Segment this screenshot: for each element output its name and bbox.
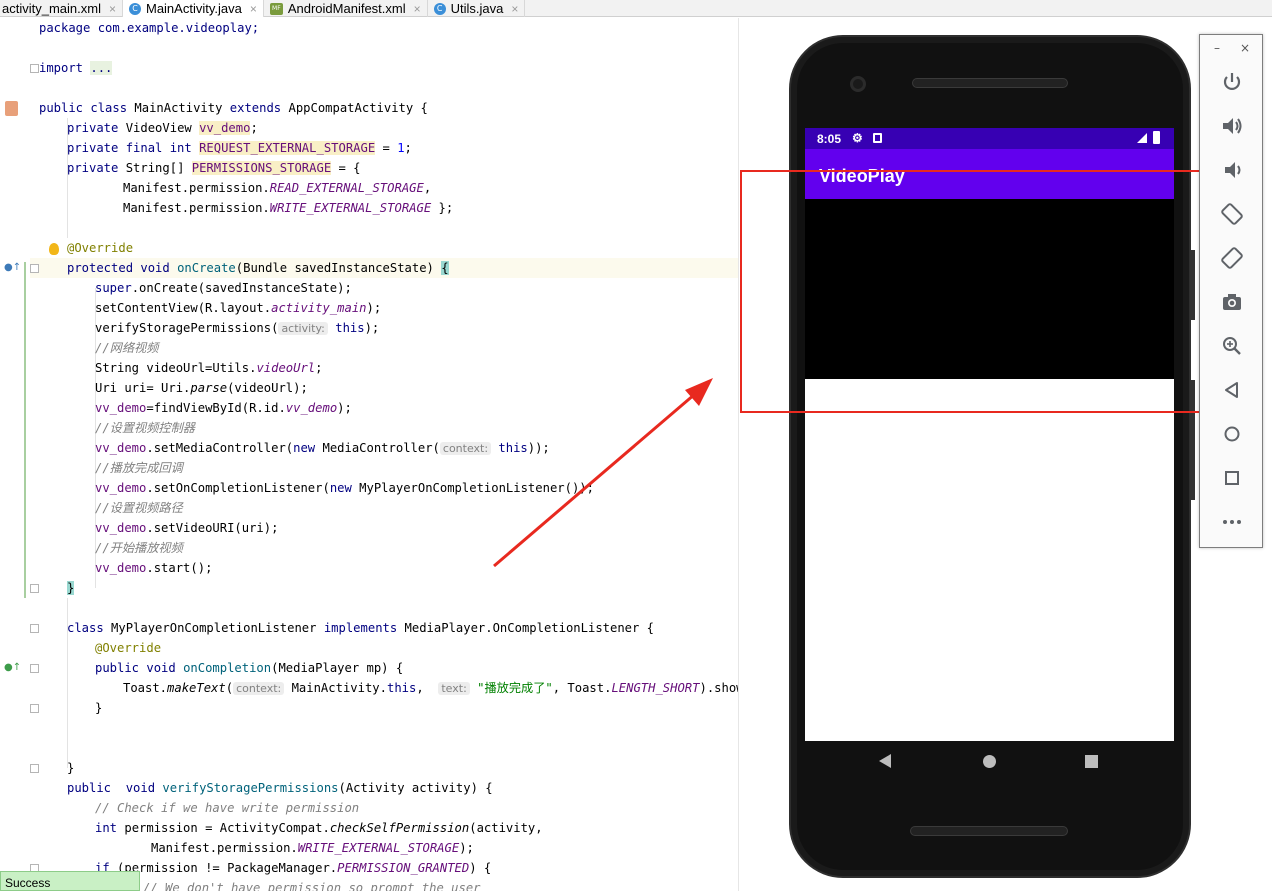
code-line: // We don't have permission so prompt th… xyxy=(143,881,481,891)
import-fold[interactable]: ... xyxy=(90,61,113,75)
screenshot-camera-icon[interactable] xyxy=(1220,290,1244,314)
android-status-bar: 8:05 ⚙ xyxy=(805,128,1174,149)
video-view-area[interactable] xyxy=(805,379,1174,741)
volume-down-icon[interactable] xyxy=(1220,158,1244,182)
zoom-icon[interactable] xyxy=(1220,334,1244,358)
code-line: //网络视频 xyxy=(95,341,159,355)
code-line: // Check if we have write permission xyxy=(95,801,360,815)
tab-label: activity_main.xml xyxy=(2,1,101,16)
tab-androidmanifest-xml[interactable]: MF AndroidManifest.xml × xyxy=(264,0,428,17)
code-line: String videoUrl=Utils.videoUrl; xyxy=(95,361,323,375)
code-line: verifyStoragePermissions(activity: this)… xyxy=(95,321,380,335)
back-nav-icon[interactable] xyxy=(879,754,891,768)
annotation-highlight-box xyxy=(740,170,1217,413)
status-time: 8:05 xyxy=(817,132,842,146)
annotation-arrow xyxy=(493,378,713,568)
overview-icon[interactable] xyxy=(1220,466,1244,490)
code-line: package com.example.videoplay; xyxy=(39,21,260,35)
android-nav-bar xyxy=(805,741,1174,781)
editor-tab-bar: activity_main.xml × C MainActivity.java … xyxy=(0,0,1272,17)
code-line: private VideoView vv_demo; xyxy=(67,121,258,135)
implement-marker-icon[interactable]: ●↑ xyxy=(4,662,21,673)
code-line: Uri uri= Uri.parse(videoUrl); xyxy=(95,381,308,395)
close-tab-icon[interactable]: × xyxy=(414,2,421,16)
fold-toggle-icon[interactable] xyxy=(30,704,39,713)
change-marker xyxy=(24,262,26,598)
tab-mainactivity-java[interactable]: C MainActivity.java × xyxy=(122,0,264,17)
tab-label: Utils.java xyxy=(450,1,504,16)
code-line: if (permission != PackageManager.PERMISS… xyxy=(95,861,492,875)
close-tab-icon[interactable]: × xyxy=(109,2,116,16)
code-line: class MyPlayerOnCompletionListener imple… xyxy=(67,621,655,635)
code-line: public class MainActivity extends AppCom… xyxy=(39,101,428,115)
minimize-button[interactable]: – xyxy=(1214,41,1220,55)
notification-icon xyxy=(873,133,882,143)
code-line: } xyxy=(67,581,75,595)
close-button[interactable]: × xyxy=(1240,41,1250,55)
more-options-icon[interactable] xyxy=(1220,510,1244,534)
earpiece-speaker xyxy=(912,78,1068,88)
power-icon[interactable] xyxy=(1220,70,1244,94)
emulator-controls-panel: – × xyxy=(1199,34,1263,548)
code-line: //开始播放视频 xyxy=(95,541,183,555)
volume-up-icon[interactable] xyxy=(1220,114,1244,138)
rotate-left-icon[interactable] xyxy=(1220,202,1244,226)
code-line: public void onCompletion(MediaPlayer mp)… xyxy=(95,661,404,675)
signal-icon xyxy=(1137,133,1147,143)
tab-label: MainActivity.java xyxy=(145,1,242,16)
back-icon[interactable] xyxy=(1220,378,1244,402)
fold-toggle-icon[interactable] xyxy=(30,264,39,273)
fold-toggle-icon[interactable] xyxy=(30,624,39,633)
code-line: private String[] PERMISSIONS_STORAGE = { xyxy=(67,161,361,175)
code-line: Manifest.permission.READ_EXTERNAL_STORAG… xyxy=(123,181,432,195)
code-line: vv_demo.setVideoURI(uri); xyxy=(95,521,279,535)
code-line: Manifest.permission.WRITE_EXTERNAL_STORA… xyxy=(123,201,454,215)
code-line: private final int REQUEST_EXTERNAL_STORA… xyxy=(67,141,412,155)
code-line: @Override xyxy=(67,241,134,255)
parameter-hint: activity: xyxy=(278,322,328,335)
battery-icon xyxy=(1153,131,1160,144)
java-class-icon: C xyxy=(433,2,446,15)
parameter-hint: text: xyxy=(438,682,470,695)
fold-toggle-icon[interactable] xyxy=(30,584,39,593)
rotate-right-icon[interactable] xyxy=(1220,246,1244,270)
override-marker-icon[interactable]: ●↑ xyxy=(4,262,21,273)
status-popup: Success xyxy=(0,871,140,891)
code-line: @Override xyxy=(95,641,162,655)
code-line: //播放完成回调 xyxy=(95,461,183,475)
settings-gear-icon: ⚙ xyxy=(852,131,863,145)
close-tab-icon[interactable]: × xyxy=(250,2,257,16)
fold-toggle-icon[interactable] xyxy=(30,64,39,73)
code-line: setContentView(R.layout.activity_main); xyxy=(95,301,382,315)
code-line: } xyxy=(67,761,75,775)
parameter-hint: context: xyxy=(233,682,285,695)
code-line: protected void onCreate(Bundle savedInst… xyxy=(67,261,449,275)
java-class-icon: C xyxy=(128,2,141,15)
tab-activity-main-xml[interactable]: activity_main.xml × xyxy=(0,0,123,17)
fold-toggle-icon[interactable] xyxy=(30,764,39,773)
code-line: vv_demo.start(); xyxy=(95,561,213,575)
manifest-file-icon: MF xyxy=(269,2,283,15)
code-line: } xyxy=(95,701,103,715)
code-line: Toast.makeText(context: MainActivity.thi… xyxy=(123,681,738,695)
close-tab-icon[interactable]: × xyxy=(511,2,518,16)
layout-file-icon[interactable] xyxy=(5,101,18,116)
code-line: Manifest.permission.WRITE_EXTERNAL_STORA… xyxy=(151,841,474,855)
intention-bulb-icon[interactable] xyxy=(49,243,59,255)
code-line: //设置视频路径 xyxy=(95,501,183,515)
recents-nav-icon[interactable] xyxy=(1085,755,1098,768)
home-icon[interactable] xyxy=(1220,422,1244,446)
code-line: super.onCreate(savedInstanceState); xyxy=(95,281,352,295)
code-line: //设置视频控制器 xyxy=(95,421,195,435)
tab-utils-java[interactable]: C Utils.java × xyxy=(428,0,526,17)
front-camera xyxy=(850,76,866,92)
home-nav-icon[interactable] xyxy=(983,755,996,768)
code-line: vv_demo=findViewById(R.id.vv_demo); xyxy=(95,401,352,415)
code-line: public void verifyStoragePermissions(Act… xyxy=(67,781,493,795)
fold-toggle-icon[interactable] xyxy=(30,664,39,673)
bottom-speaker xyxy=(910,826,1068,836)
code-line: int permission = ActivityCompat.checkSel… xyxy=(95,821,543,835)
code-line: import ... xyxy=(39,61,113,75)
tab-label: AndroidManifest.xml xyxy=(287,1,406,16)
